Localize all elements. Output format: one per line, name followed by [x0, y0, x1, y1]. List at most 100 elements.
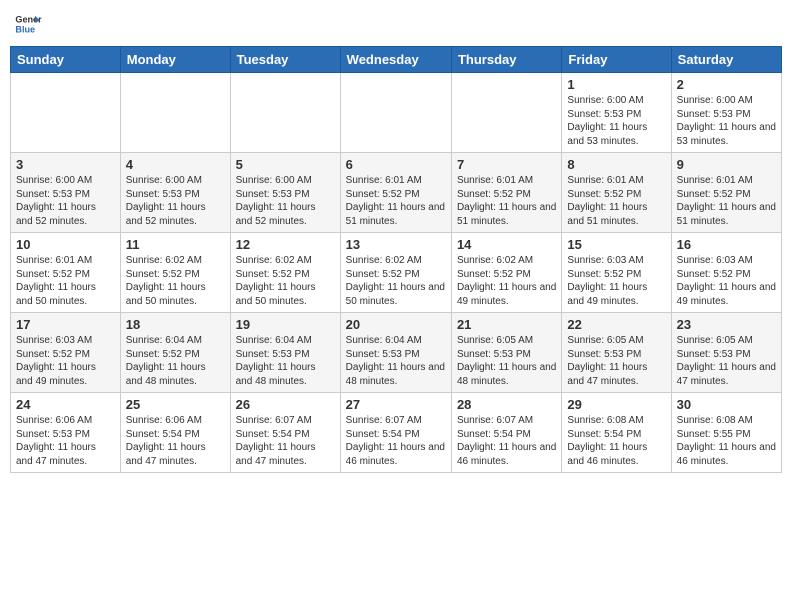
weekday-header-saturday: Saturday	[671, 47, 781, 73]
calendar-cell: 3Sunrise: 6:00 AMSunset: 5:53 PMDaylight…	[11, 153, 121, 233]
week-row-5: 24Sunrise: 6:06 AMSunset: 5:53 PMDayligh…	[11, 393, 782, 473]
day-info: Sunset: 5:53 PM	[16, 428, 115, 442]
day-info: Daylight: 11 hours and 46 minutes.	[677, 441, 776, 468]
day-info: Daylight: 11 hours and 51 minutes.	[457, 201, 556, 228]
day-info: Daylight: 11 hours and 49 minutes.	[567, 281, 665, 308]
day-info: Daylight: 11 hours and 48 minutes.	[236, 361, 335, 388]
day-info: Sunset: 5:53 PM	[567, 348, 665, 362]
day-info: Daylight: 11 hours and 50 minutes.	[346, 281, 446, 308]
day-info: Sunset: 5:52 PM	[236, 268, 335, 282]
day-info: Sunrise: 6:03 AM	[16, 334, 115, 348]
day-number: 1	[567, 77, 665, 92]
day-info: Sunset: 5:54 PM	[567, 428, 665, 442]
calendar-cell: 29 Sunrise: 6:08 AMSunset: 5:54 PMDayligh…	[562, 393, 671, 473]
calendar-cell	[451, 73, 561, 153]
day-number: 13	[346, 237, 446, 252]
calendar-cell: 27Sunrise: 6:07 AMSunset: 5:54 PMDayligh…	[340, 393, 451, 473]
day-number: 15	[567, 237, 665, 252]
day-number: 16	[677, 237, 776, 252]
week-row-1: 1Sunrise: 6:00 AMSunset: 5:53 PMDaylight…	[11, 73, 782, 153]
day-number: 27	[346, 397, 446, 412]
day-info: Daylight: 11 hours and 52 minutes.	[16, 201, 115, 228]
calendar-cell: 21Sunrise: 6:05 AMSunset: 5:53 PMDayligh…	[451, 313, 561, 393]
weekday-header-sunday: Sunday	[11, 47, 121, 73]
day-info: Sunrise: 6:01 AM	[457, 174, 556, 188]
day-number: 11	[126, 237, 225, 252]
day-info: Sunrise: 6:03 AM	[567, 254, 665, 268]
day-number: 12	[236, 237, 335, 252]
calendar-cell: 19Sunrise: 6:04 AMSunset: 5:53 PMDayligh…	[230, 313, 340, 393]
day-info: Sunrise: 6:02 AM	[126, 254, 225, 268]
day-info: Daylight: 11 hours and 51 minutes.	[346, 201, 446, 228]
day-number: 5	[236, 157, 335, 172]
day-info: Sunset: 5:52 PM	[126, 268, 225, 282]
calendar-cell: 24Sunrise: 6:06 AMSunset: 5:53 PMDayligh…	[11, 393, 121, 473]
weekday-header-tuesday: Tuesday	[230, 47, 340, 73]
day-number: 18	[126, 317, 225, 332]
day-number: 25	[126, 397, 225, 412]
day-info: Sunset: 5:54 PM	[346, 428, 446, 442]
weekday-header-friday: Friday	[562, 47, 671, 73]
day-info: Daylight: 11 hours and 47 minutes.	[677, 361, 776, 388]
calendar-cell: 4Sunrise: 6:00 AMSunset: 5:53 PMDaylight…	[120, 153, 230, 233]
day-number: 2	[677, 77, 776, 92]
calendar-cell: 18Sunrise: 6:04 AMSunset: 5:52 PMDayligh…	[120, 313, 230, 393]
day-info: Sunset: 5:52 PM	[16, 348, 115, 362]
day-info: Daylight: 11 hours and 52 minutes.	[236, 201, 335, 228]
calendar-cell: 23Sunrise: 6:05 AMSunset: 5:53 PMDayligh…	[671, 313, 781, 393]
calendar-cell: 14Sunrise: 6:02 AMSunset: 5:52 PMDayligh…	[451, 233, 561, 313]
day-info: Sunrise: 6:06 AM	[16, 414, 115, 428]
calendar-cell	[230, 73, 340, 153]
day-info: Daylight: 11 hours and 49 minutes.	[457, 281, 556, 308]
calendar-cell	[11, 73, 121, 153]
week-row-4: 17Sunrise: 6:03 AMSunset: 5:52 PMDayligh…	[11, 313, 782, 393]
day-info: Daylight: 11 hours and 53 minutes.	[677, 121, 776, 148]
page-header: General Blue	[10, 10, 782, 38]
day-info: Sunrise: 6:07 AM	[236, 414, 335, 428]
week-row-2: 3Sunrise: 6:00 AMSunset: 5:53 PMDaylight…	[11, 153, 782, 233]
calendar-cell: 26Sunrise: 6:07 AMSunset: 5:54 PMDayligh…	[230, 393, 340, 473]
day-number: 29	[567, 397, 665, 412]
calendar-cell: 7Sunrise: 6:01 AMSunset: 5:52 PMDaylight…	[451, 153, 561, 233]
day-info: Daylight: 11 hours and 47 minutes.	[567, 361, 665, 388]
day-info: Daylight: 11 hours and 47 minutes.	[16, 441, 115, 468]
day-number: 7	[457, 157, 556, 172]
calendar-cell: 30Sunrise: 6:08 AMSunset: 5:55 PMDayligh…	[671, 393, 781, 473]
day-number: 6	[346, 157, 446, 172]
day-info: Sunrise: 6:00 AM	[236, 174, 335, 188]
calendar-cell: 6Sunrise: 6:01 AMSunset: 5:52 PMDaylight…	[340, 153, 451, 233]
day-info: Sunrise: 6:07 AM	[457, 414, 556, 428]
day-info: Sunset: 5:53 PM	[677, 348, 776, 362]
day-info: Sunset: 5:54 PM	[126, 428, 225, 442]
day-info: Sunset: 5:54 PM	[236, 428, 335, 442]
day-info: Daylight: 11 hours and 47 minutes.	[126, 441, 225, 468]
day-info: Sunset: 5:52 PM	[457, 268, 556, 282]
day-info: Daylight: 11 hours and 46 minutes.	[346, 441, 446, 468]
day-info: Daylight: 11 hours and 48 minutes.	[346, 361, 446, 388]
day-info: Sunrise: 6:04 AM	[126, 334, 225, 348]
calendar-cell	[120, 73, 230, 153]
day-info: Daylight: 11 hours and 46 minutes.	[567, 441, 665, 468]
day-info: Sunset: 5:52 PM	[677, 188, 776, 202]
day-info: Sunrise: 6:06 AM	[126, 414, 225, 428]
svg-text:Blue: Blue	[15, 24, 35, 34]
calendar-cell: 20Sunrise: 6:04 AMSunset: 5:53 PMDayligh…	[340, 313, 451, 393]
day-number: 9	[677, 157, 776, 172]
calendar-cell: 10Sunrise: 6:01 AMSunset: 5:52 PMDayligh…	[11, 233, 121, 313]
day-info: Sunrise: 6:08 AM	[567, 414, 665, 428]
day-info: Sunrise: 6:01 AM	[567, 174, 665, 188]
day-info: Sunrise: 6:00 AM	[677, 94, 776, 108]
day-info: Sunrise: 6:05 AM	[567, 334, 665, 348]
day-number: 20	[346, 317, 446, 332]
calendar-cell: 13Sunrise: 6:02 AMSunset: 5:52 PMDayligh…	[340, 233, 451, 313]
day-info: Sunset: 5:55 PM	[677, 428, 776, 442]
day-info: Sunset: 5:53 PM	[567, 108, 665, 122]
day-number: 10	[16, 237, 115, 252]
day-info: Daylight: 11 hours and 47 minutes.	[236, 441, 335, 468]
day-info: Sunset: 5:52 PM	[126, 348, 225, 362]
day-info: Sunset: 5:52 PM	[346, 188, 446, 202]
calendar-cell: 1Sunrise: 6:00 AMSunset: 5:53 PMDaylight…	[562, 73, 671, 153]
day-info: Daylight: 11 hours and 49 minutes.	[16, 361, 115, 388]
day-info: Sunset: 5:53 PM	[677, 108, 776, 122]
day-number: 30	[677, 397, 776, 412]
